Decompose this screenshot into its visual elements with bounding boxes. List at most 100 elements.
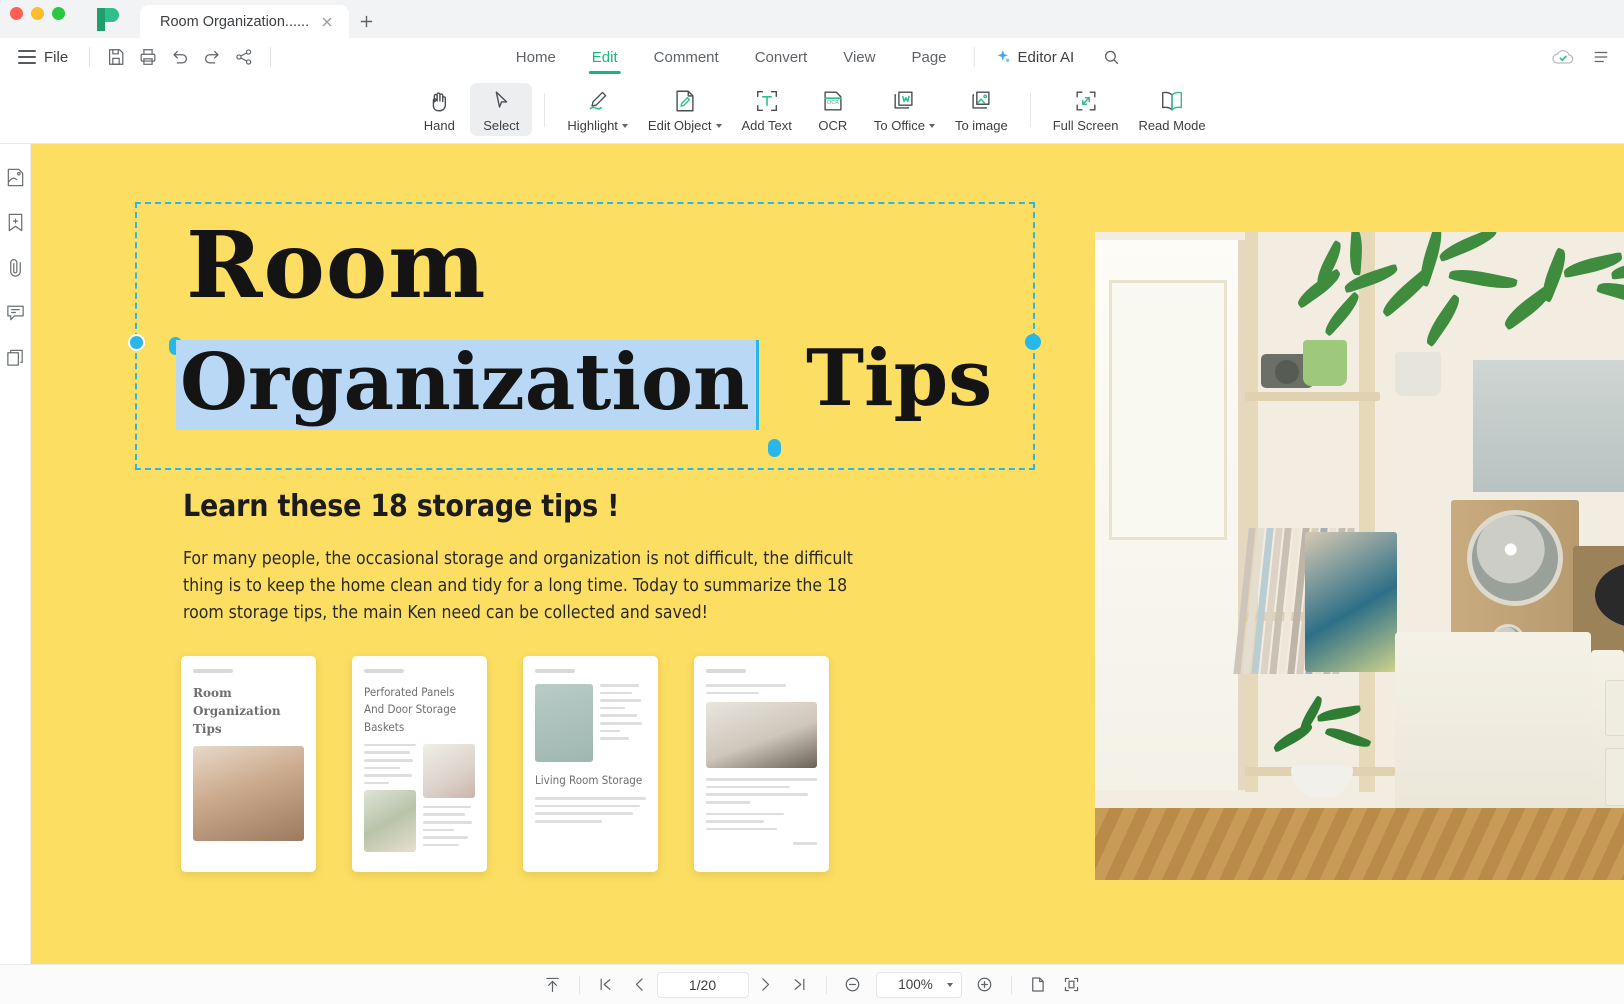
sparkle-icon [994,48,1012,66]
tool-add-text-label: Add Text [741,118,792,133]
zoom-out-icon[interactable] [836,971,870,999]
highlighted-word[interactable]: Organization [176,340,759,430]
thumbnail-card[interactable]: Perforated Panels And Door Storage Baske… [352,656,487,872]
traffic-lights [10,7,65,20]
tab-home[interactable]: Home [498,44,574,71]
redo-icon[interactable] [197,43,227,71]
chevron-down-icon[interactable] [621,123,628,128]
tab-convert[interactable]: Convert [737,44,826,71]
document-tab[interactable]: Room Organization...... [140,5,350,38]
tab-edit[interactable]: Edit [574,44,636,71]
share-icon[interactable] [229,43,259,71]
pdf-page[interactable]: Room Organization Tips Learn these 18 st… [31,144,1624,964]
photo-window-pane [1109,280,1227,540]
page-thumbnail-icon[interactable] [4,166,27,189]
tool-edit-object[interactable]: Edit Object [638,83,732,136]
read-mode-icon [1158,87,1186,115]
cloud-sync-icon[interactable] [1548,43,1578,71]
undo-icon[interactable] [165,43,195,71]
status-bar: 1/20 100% [0,964,1624,1004]
editor-ai-button[interactable]: Editor AI [984,43,1083,71]
app-window: Room Organization...... File Home Edit C… [0,0,1624,1004]
chevron-down-icon[interactable] [715,123,722,128]
new-tab-button[interactable] [349,5,383,38]
tool-ocr[interactable]: OCR OCR [802,83,864,136]
tab-comment[interactable]: Comment [636,44,737,71]
card-text-column [364,743,416,853]
hamburger-icon[interactable] [18,50,36,64]
zoom-in-icon[interactable] [968,971,1002,999]
tool-edit-object-label: Edit Object [647,118,712,133]
chevron-down-icon[interactable] [928,123,935,128]
divider [825,975,827,994]
tool-read-mode[interactable]: Read Mode [1128,83,1215,136]
card-body [364,743,475,853]
bookmark-add-icon[interactable] [4,211,27,234]
divider [270,47,272,67]
comment-icon[interactable] [4,301,27,324]
tool-to-image[interactable]: To image [945,83,1018,136]
card-title: Room Organization Tips [193,686,281,736]
card-media-column [423,743,475,853]
placeholder-bar [364,669,404,673]
more-menu-icon[interactable] [1586,43,1616,71]
scroll-to-top-icon[interactable] [536,971,570,999]
document-paragraph[interactable]: For many people, the occasional storage … [183,546,863,627]
document-title-word3[interactable]: Tips [806,340,992,418]
maximize-window-button[interactable] [52,7,65,20]
tool-ocr-label: OCR [818,118,848,133]
text-cursor-handle-end[interactable] [768,439,781,457]
photo-album-cover [1305,532,1397,672]
ocr-icon: OCR [820,87,846,115]
tool-hand[interactable]: Hand [408,83,470,136]
room-interior-photo[interactable] [1095,232,1624,880]
photo-cabinet-drawer [1605,748,1624,806]
tool-to-office-label: To Office [873,118,925,133]
chevron-down-icon[interactable] [946,982,953,987]
paperclip-icon[interactable] [4,256,27,279]
photo-floor [1095,808,1624,880]
first-page-icon[interactable] [589,971,623,999]
zoom-level-select[interactable]: 100% [875,971,962,998]
document-canvas[interactable]: Room Organization Tips Learn these 18 st… [31,144,1624,964]
thumbnail-card[interactable]: Room Organization Tips [181,656,316,872]
card-image [535,684,593,762]
tab-view[interactable]: View [825,44,893,71]
card-title: Living Room Storage [535,773,643,787]
print-icon[interactable] [133,43,163,71]
page-number-input[interactable]: 1/20 [656,971,749,998]
last-page-icon[interactable] [783,971,817,999]
minimize-window-button[interactable] [31,7,44,20]
search-icon[interactable] [1096,43,1126,71]
highlighter-icon [584,87,611,115]
selection-handle-left[interactable] [128,334,145,351]
tab-page[interactable]: Page [893,44,964,71]
tool-select[interactable]: Select [470,83,533,136]
card-image [706,702,817,769]
title-bar: Room Organization...... [0,0,1624,38]
document-title-line1[interactable]: Room [186,219,487,311]
tool-highlight[interactable]: Highlight [557,83,638,136]
tool-full-screen[interactable]: Full Screen [1043,83,1129,136]
add-text-icon [754,87,780,115]
tab-strip: Room Organization...... [140,0,383,38]
hand-icon [426,87,452,115]
thumbnail-card[interactable] [694,656,829,872]
thumbnail-card[interactable]: Living Room Storage [523,656,658,872]
layers-icon[interactable] [4,346,27,369]
tool-add-text[interactable]: Add Text [732,83,802,136]
previous-page-icon[interactable] [623,971,657,999]
document-subheading[interactable]: Learn these 18 storage tips ! [183,489,619,524]
fit-page-icon[interactable] [1055,971,1089,999]
close-icon[interactable] [319,14,335,30]
tool-select-label: Select [483,118,520,133]
tool-to-office[interactable]: To Office [864,83,945,136]
single-page-view-icon[interactable] [1021,971,1055,999]
close-window-button[interactable] [10,7,23,20]
next-page-icon[interactable] [749,971,783,999]
selection-handle-right[interactable] [1025,334,1041,350]
tool-read-mode-label: Read Mode [1138,118,1206,133]
save-icon[interactable] [101,43,131,71]
file-menu-button[interactable]: File [44,49,68,66]
divider [578,975,580,994]
